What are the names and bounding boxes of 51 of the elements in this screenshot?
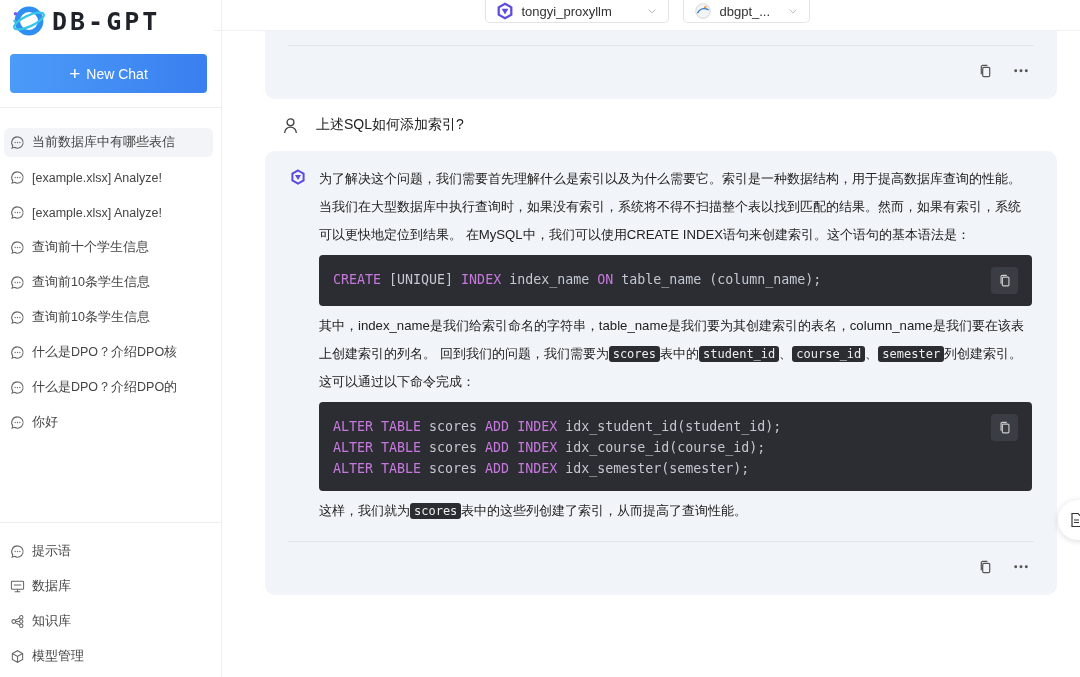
inline-code: course_id: [792, 346, 866, 362]
cube-icon: [10, 649, 25, 664]
monitor-icon: [10, 579, 25, 594]
chat-history-item[interactable]: 查询前10条学生信息: [4, 303, 213, 332]
user-icon: [282, 116, 299, 134]
chat-history-item[interactable]: [example.xlsx] Analyze!: [4, 198, 213, 227]
inline-code: scores: [410, 503, 462, 519]
message-paragraph: 其中，index_name是我们给索引命名的字符串，table_name是我们要为其创建索引的表名，column_name是我们要在该表上创建索引的列名。 回到我们的问题，我们需要为 scores 表中的 student_id 、 course_id 、 semester 列创建索引。这可以通过以下命令完成：: [319, 317, 1025, 391]
chat-bubble-icon: [10, 170, 25, 185]
copy-icon: [997, 420, 1012, 435]
code-line: ALTER TABLE scores ADD INDEX idx_course_id(course_id);: [333, 439, 767, 458]
chat-bubble-icon: [10, 544, 25, 559]
code-line: ALTER TABLE scores ADD INDEX idx_semester(semester);: [333, 460, 751, 479]
sidebar-nav-item[interactable]: 知识库: [4, 607, 213, 636]
chat-history-item[interactable]: 什么是DPO？介绍DPO的: [4, 373, 213, 402]
code-line: CREATE [UNIQUE] INDEX index_name ON table_name (column_name);: [333, 271, 823, 290]
database-select[interactable]: dbgpt_...: [682, 0, 810, 23]
model-select[interactable]: tongyi_proxyllm: [484, 0, 669, 23]
chat-bubble-icon: [10, 135, 25, 150]
share-nodes-icon: [10, 614, 25, 629]
chat-history-item[interactable]: 查询前10条学生信息: [4, 268, 213, 297]
chat-bubble-icon: [10, 415, 25, 430]
chat-bubble-icon: [10, 205, 25, 220]
code-line: ALTER TABLE scores ADD INDEX idx_student_id(student_id);: [333, 418, 783, 437]
chat-bubble-icon: [10, 240, 25, 255]
inline-code: scores: [608, 346, 661, 362]
copy-icon: [997, 273, 1012, 288]
copy-code-button[interactable]: [991, 267, 1018, 294]
inline-code: semester: [878, 346, 945, 362]
chat-history-item[interactable]: [example.xlsx] Analyze!: [4, 163, 213, 192]
assistant-logo-icon: [290, 169, 306, 185]
chat-history-item[interactable]: 当前数据库中有哪些表信: [4, 128, 213, 157]
chat-bubble-icon: [10, 380, 25, 395]
chat-history-item[interactable]: 查询前十个学生信息: [4, 233, 213, 262]
more-icon: [1014, 69, 1028, 73]
chat-bubble-icon: [10, 345, 25, 360]
message-paragraph: 为了解决这个问题，我们需要首先理解什么是索引以及为什么需要它。索引是一种数据结构，用于提高数据库查询的性能。当我们在大型数据库中执行查询时，如果没有索引，系统将不得不扫描整个表以找到匹配的结果。然而，如果有索引，系统可以更快地定位到结果。 在MySQL中，我们可以使用CREATE INDEX语句来创建索引。这个语句的基本语法是：: [319, 170, 1022, 244]
chat-history-item[interactable]: 什么是DPO？介绍DPO核: [4, 338, 213, 367]
chat-bubble-icon: [10, 310, 25, 325]
sidebar-nav-item[interactable]: 模型管理: [4, 642, 213, 671]
chat-history-item[interactable]: 你好: [4, 408, 213, 437]
logo-text: DB-GPT: [52, 6, 161, 36]
inline-code: student_id: [699, 346, 780, 362]
message-paragraph: 这样，我们就为 scores 表中的这些列创建了索引，从而提高了查询性能。: [319, 502, 749, 521]
copy-code-button[interactable]: [991, 414, 1018, 441]
sidebar-nav-item[interactable]: 数据库: [4, 572, 213, 601]
sidebar-nav-item[interactable]: 提示语: [4, 537, 213, 566]
document-icon: [1068, 512, 1080, 528]
more-icon: [1014, 565, 1028, 569]
user-message: 上述SQL如何添加索引?: [316, 116, 464, 134]
chat-bubble-icon: [10, 275, 25, 290]
